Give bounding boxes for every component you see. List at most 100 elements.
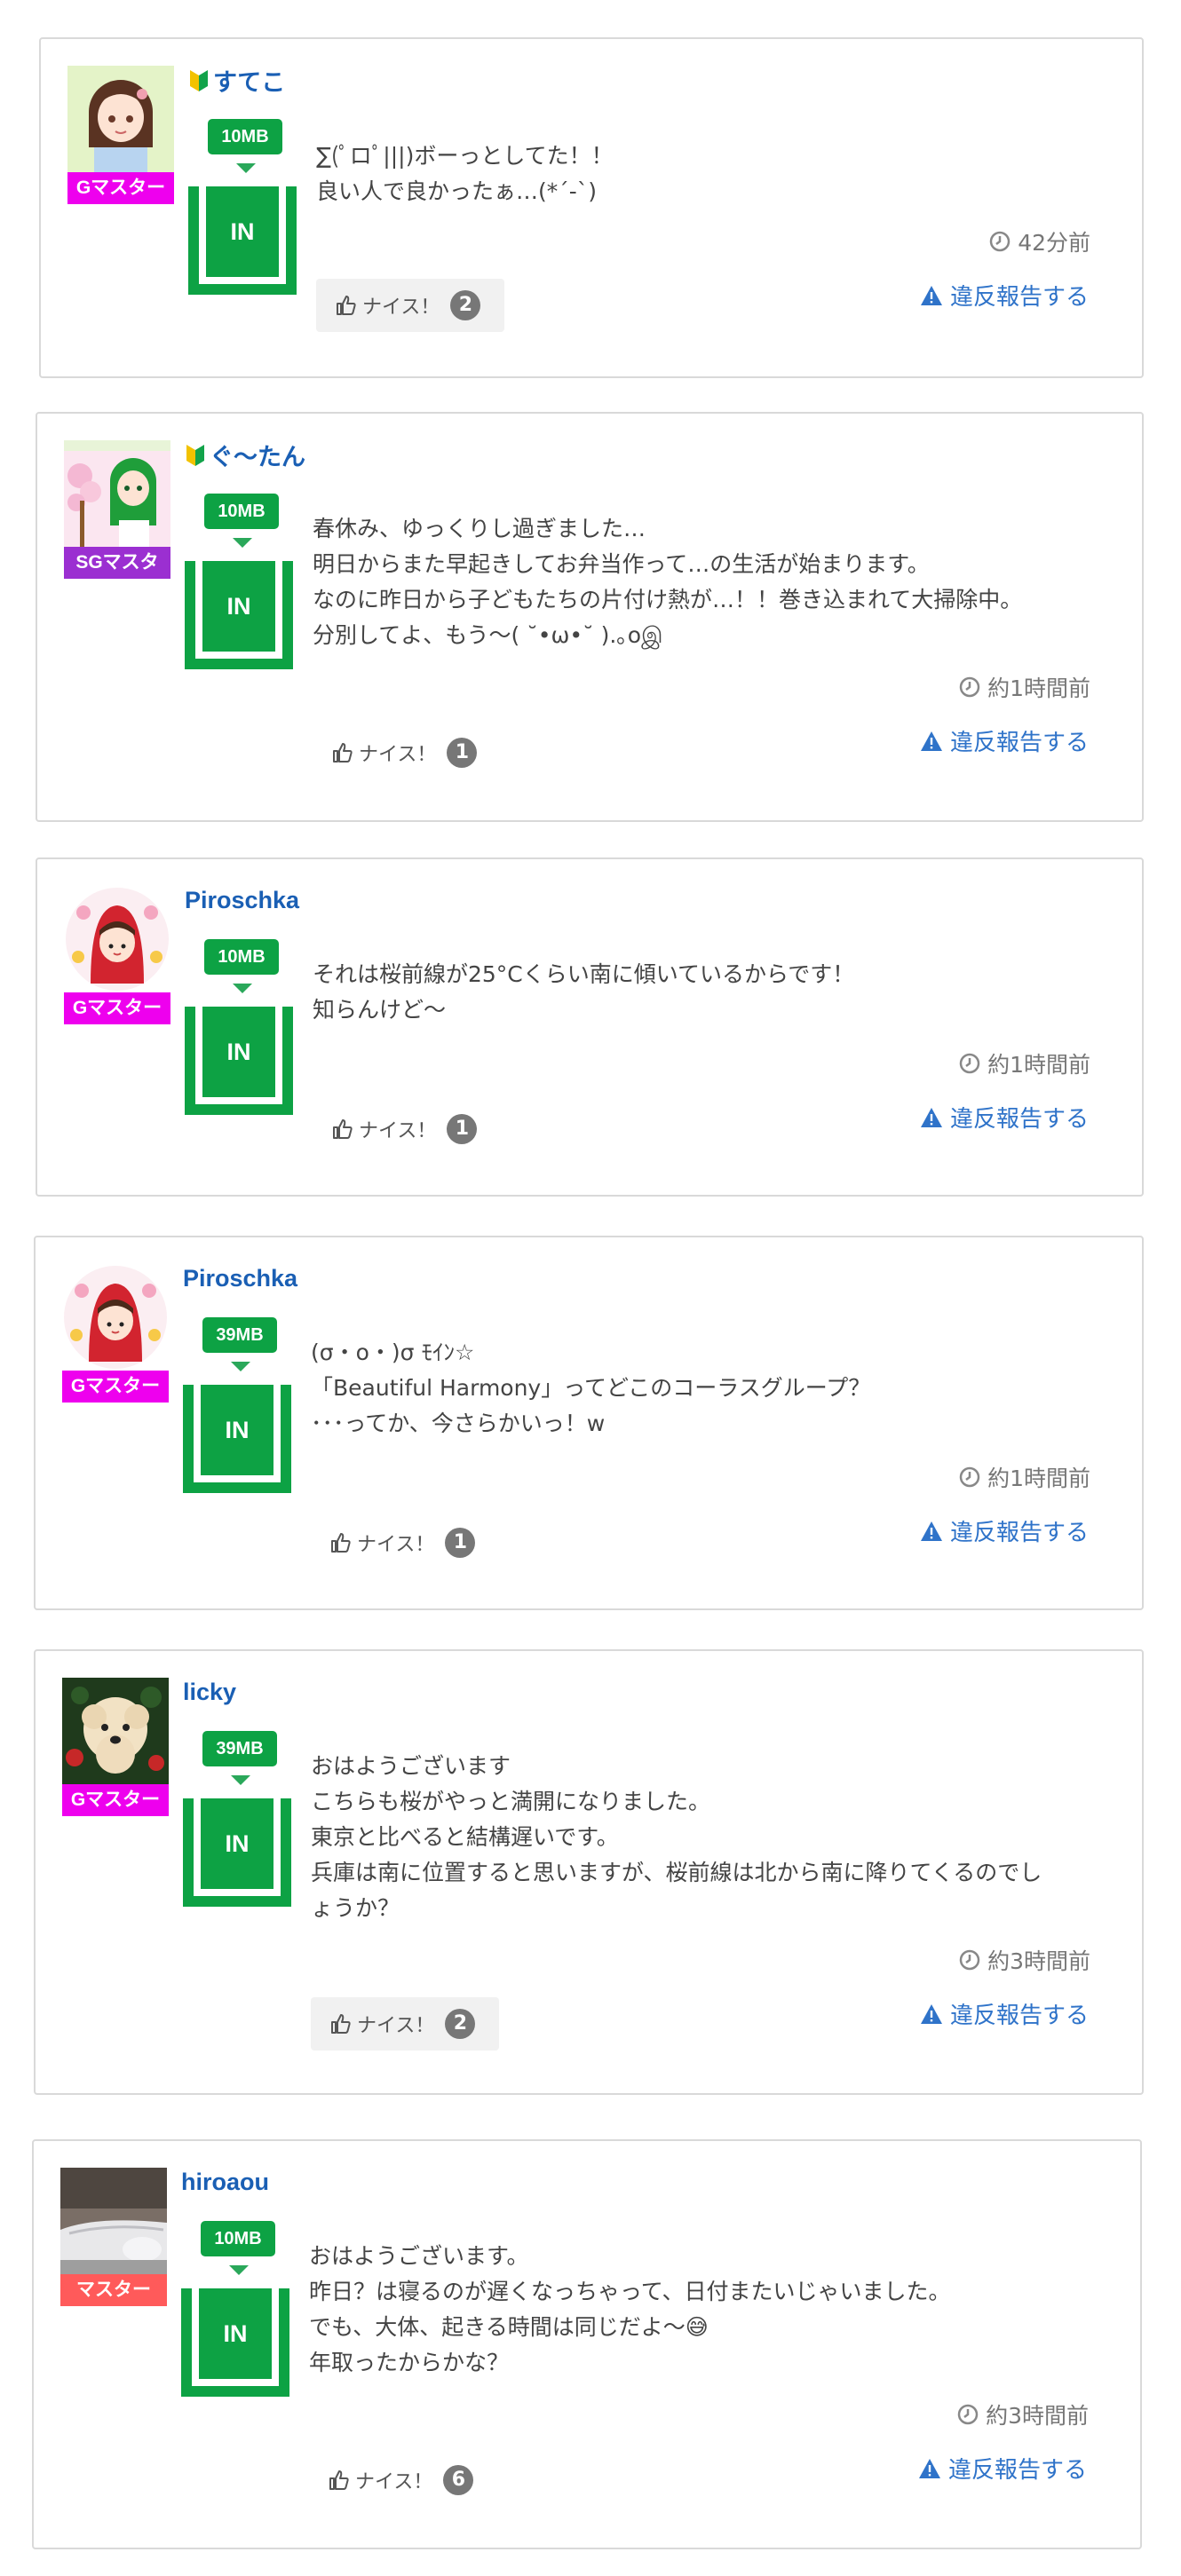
nice-count-badge: 2 bbox=[445, 2009, 476, 2039]
report-label: 違反報告する bbox=[947, 2457, 1087, 2484]
beginner-mark-icon bbox=[186, 445, 204, 466]
nice-label: ナイス！ bbox=[357, 1534, 435, 1556]
capacity-badge: 10MB bbox=[208, 119, 282, 154]
post-time: 約3時間前 bbox=[959, 1944, 1090, 1976]
rank-badge: Gマスター bbox=[64, 992, 170, 1024]
anime-girl-avatar-icon bbox=[67, 66, 174, 172]
user-avatar[interactable] bbox=[62, 1264, 169, 1371]
warning-icon bbox=[920, 1521, 942, 1541]
user-avatar[interactable] bbox=[60, 2168, 167, 2274]
user-avatar[interactable] bbox=[64, 440, 170, 547]
in-button[interactable]: IN bbox=[185, 1007, 293, 1115]
capacity-arrow-icon bbox=[231, 1775, 250, 1785]
rank-badge: Gマスター bbox=[67, 172, 174, 204]
in-button[interactable]: IN bbox=[188, 186, 297, 295]
nice-label: ナイス！ bbox=[362, 296, 440, 319]
post-card: Gマスター すてこ 10MB IN ∑(ﾟロﾟ|||)ボーっとしてた！！ 良い人… bbox=[39, 37, 1144, 378]
nice-label: ナイス！ bbox=[359, 1120, 437, 1142]
user-avatar[interactable] bbox=[64, 886, 170, 992]
message-line: 春休み、ゆっくりし過ぎました… bbox=[313, 516, 646, 541]
capacity-badge: 10MB bbox=[204, 494, 279, 529]
in-button[interactable]: IN bbox=[181, 2288, 289, 2397]
message-line: 知らんけど〜 bbox=[313, 997, 447, 1023]
in-label: IN bbox=[199, 2288, 272, 2379]
nice-button[interactable]: ナイス！ 1 bbox=[311, 1516, 499, 1569]
nice-count-badge: 1 bbox=[445, 1528, 476, 1558]
post-message: 春休み、ゆっくりし過ぎました… 明日からまた早起きしてお弁当作って…の生活が始ま… bbox=[313, 511, 1098, 653]
warning-icon bbox=[920, 285, 942, 305]
capacity-badge: 39MB bbox=[202, 1317, 277, 1353]
report-link[interactable]: 違反報告する bbox=[920, 1997, 1089, 2030]
message-line: それは桜前線が25°Cくらい南に傾いているからです！ bbox=[313, 961, 855, 987]
post-card: SGマスタ ぐ〜たん 10MB IN 春休み、ゆっくりし過ぎました… 明日からま… bbox=[36, 412, 1144, 822]
clock-icon bbox=[959, 1053, 980, 1074]
in-button[interactable]: IN bbox=[185, 561, 293, 669]
post-message: それは桜前線が25°Cくらい南に傾いているからです！ 知らんけど〜 bbox=[313, 957, 1098, 1028]
nice-button[interactable]: ナイス！ 1 bbox=[313, 726, 501, 779]
report-label: 違反報告する bbox=[949, 730, 1089, 756]
rank-badge: Gマスター bbox=[62, 1371, 169, 1403]
green-hair-girl-avatar-icon bbox=[64, 440, 170, 547]
post-time: 約1時間前 bbox=[959, 1047, 1090, 1079]
nice-count-badge: 6 bbox=[443, 2465, 474, 2495]
thumbs-up-icon bbox=[329, 2470, 349, 2490]
dog-avatar-icon bbox=[62, 1678, 169, 1784]
in-button[interactable]: IN bbox=[183, 1385, 291, 1493]
user-avatar[interactable] bbox=[67, 66, 174, 172]
username-link[interactable]: Piroschka bbox=[185, 887, 299, 914]
post-message: ∑(ﾟロﾟ|||)ボーっとしてた！！ 良い人で良かったぁ…(*´-`) bbox=[316, 138, 1098, 209]
report-link[interactable]: 違反報告する bbox=[918, 2452, 1087, 2485]
post-card: マスター hiroaou 10MB IN おはようございます。 昨日？は寝るのが… bbox=[32, 2139, 1142, 2549]
red-hood-avatar-icon bbox=[62, 1264, 169, 1371]
in-button[interactable]: IN bbox=[183, 1798, 291, 1907]
user-info: licky bbox=[183, 1674, 236, 1710]
nice-button[interactable]: ナイス！ 2 bbox=[316, 279, 504, 332]
time-label: 約3時間前 bbox=[987, 1948, 1090, 1974]
message-line: 分別してよ、もう〜( ˘•ω•˘ ).｡oஇ bbox=[313, 622, 663, 648]
report-link[interactable]: 違反報告する bbox=[920, 1514, 1089, 1547]
nice-count-badge: 1 bbox=[447, 1114, 478, 1144]
warning-icon bbox=[920, 1107, 942, 1127]
nice-button[interactable]: ナイス！ 1 bbox=[313, 1102, 501, 1156]
clock-icon bbox=[959, 1466, 980, 1488]
rank-badge: Gマスター bbox=[62, 1784, 169, 1816]
in-label: IN bbox=[202, 1007, 275, 1097]
message-line: 年取ったからかな？ bbox=[309, 2350, 510, 2375]
capacity-badge: 10MB bbox=[204, 939, 279, 975]
clock-icon bbox=[957, 2404, 979, 2425]
car-photo-avatar-icon bbox=[60, 2168, 167, 2274]
report-link[interactable]: 違反報告する bbox=[920, 724, 1089, 757]
nice-label: ナイス！ bbox=[359, 744, 437, 766]
post-time: 約1時間前 bbox=[959, 671, 1090, 703]
nice-button[interactable]: ナイス！ 2 bbox=[311, 1997, 499, 2051]
username-link[interactable]: Piroschka bbox=[183, 1265, 297, 1292]
in-label: IN bbox=[201, 1385, 273, 1475]
capacity-arrow-icon bbox=[233, 538, 252, 548]
clock-icon bbox=[959, 1949, 980, 1971]
user-info: Piroschka bbox=[183, 1260, 297, 1296]
message-line: 「Beautiful Harmony」ってどこのコーラスグループ？ bbox=[311, 1375, 871, 1401]
rank-badge: マスター bbox=[60, 2274, 167, 2306]
user-info: Piroschka bbox=[185, 882, 299, 918]
report-link[interactable]: 違反報告する bbox=[920, 1101, 1089, 1134]
clock-icon bbox=[959, 676, 980, 698]
message-line: (σ・o・)σ ﾓｲﾝ☆ bbox=[311, 1339, 475, 1365]
thumbs-up-icon bbox=[333, 743, 353, 763]
report-link[interactable]: 違反報告する bbox=[920, 279, 1089, 312]
username-link[interactable]: licky bbox=[183, 1679, 236, 1706]
capacity-arrow-icon bbox=[233, 984, 252, 993]
message-line: でも、大体、起きる時間は同じだよ〜😅 bbox=[309, 2314, 709, 2340]
report-label: 違反報告する bbox=[949, 1520, 1089, 1546]
user-avatar[interactable] bbox=[62, 1678, 169, 1784]
warning-icon bbox=[920, 2003, 942, 2024]
username-link[interactable]: すてこ bbox=[213, 63, 285, 98]
time-label: 約3時間前 bbox=[986, 2403, 1089, 2429]
post-message: (σ・o・)σ ﾓｲﾝ☆ 「Beautiful Harmony」ってどこのコーラ… bbox=[311, 1335, 1098, 1442]
username-link[interactable]: hiroaou bbox=[181, 2169, 269, 2196]
message-line: 兵庫は南に位置すると思いますが、桜前線は北から南に降りてくるのでし bbox=[311, 1860, 1042, 1885]
post-time: 42分前 bbox=[989, 225, 1090, 257]
report-label: 違反報告する bbox=[949, 284, 1089, 311]
username-link[interactable]: ぐ〜たん bbox=[210, 438, 305, 472]
message-line: おはようございます bbox=[311, 1753, 511, 1779]
nice-button[interactable]: ナイス！ 6 bbox=[309, 2454, 497, 2507]
